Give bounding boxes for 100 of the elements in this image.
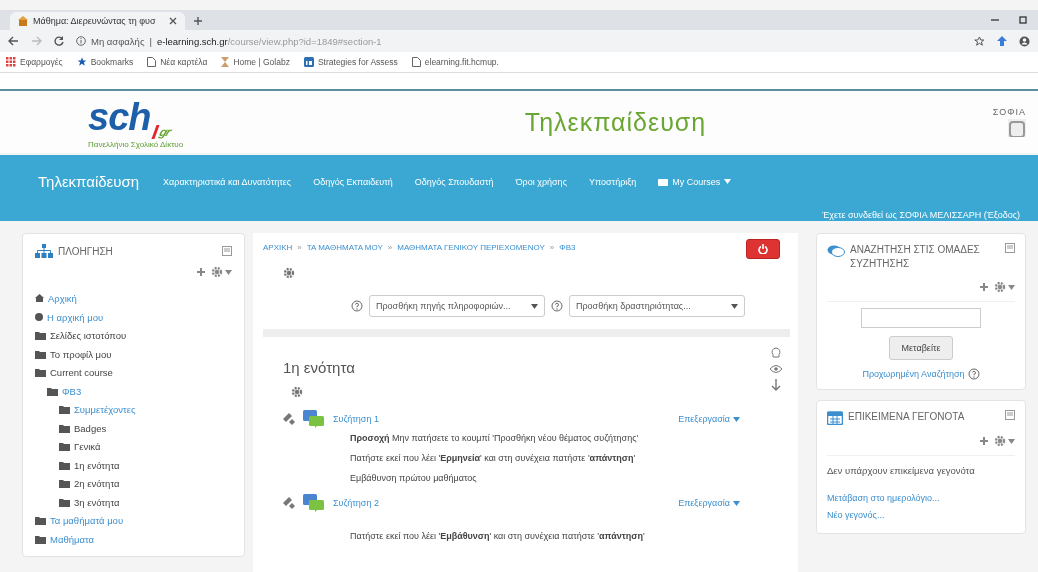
back-icon[interactable] [8,36,19,46]
chat-icon [827,245,845,257]
bookmark[interactable]: Home | Golabz [221,57,290,67]
gear-icon[interactable] [994,435,1006,447]
tree-item[interactable]: Το προφίλ μου [35,345,112,363]
tree-item[interactable]: Γενικά [59,437,101,456]
dock-icon[interactable] [222,246,232,256]
tree-link[interactable]: Μαθήματα [35,530,95,548]
plus-icon[interactable] [979,282,989,292]
dot-icon [35,313,43,321]
plus-icon[interactable] [196,267,206,277]
folder-icon [59,405,70,414]
caret-icon [1008,438,1015,444]
settings-menu[interactable] [994,281,1015,293]
reload-icon[interactable] [54,36,64,46]
nav-link[interactable]: Οδηγός Σπουδαστή [414,176,494,187]
calendar-link[interactable]: Μετάβαση στο ημερολόγιο... [827,493,940,503]
star-icon [76,57,87,67]
help-icon[interactable] [351,300,363,312]
tree-item[interactable]: 3η ενότητα [59,493,120,511]
breadcrumb-link[interactable]: ΤΑ ΜΑΘΗΜΑΤΑ ΜΟΥ [306,243,383,252]
move-icon[interactable] [283,413,295,425]
folder-icon [59,460,70,470]
forum-icon [303,410,325,428]
user-name[interactable]: ΣΟΦΙΑ [992,107,1026,117]
go-button[interactable]: Μεταβείτε [888,336,954,360]
tree-link[interactable]: Τα μαθήματά μου [35,511,124,530]
help-icon[interactable] [967,368,980,380]
avatar-icon[interactable] [1008,119,1026,137]
sitemap-icon [35,244,53,258]
tree-item[interactable]: Σελίδες ιστοτόπου [35,326,127,345]
folder-icon [59,423,70,433]
calendar-icon [827,410,843,425]
edit-menu[interactable]: Επεξεργασία [678,414,740,424]
site-brand[interactable]: Τηλεκπαίδευση [38,173,140,190]
breadcrumb-link[interactable]: ΜΑΘΗΜΑΤΑ ΓΕΝΙΚΟΥ ΠΕΡΙΕΧΟΜΕΝΟΥ [397,243,545,252]
highlight-icon[interactable] [771,347,781,359]
bookmark[interactable]: Strategies for Assess [303,57,398,67]
nav-link[interactable]: Όροι χρήσης [515,176,567,187]
tree-item[interactable]: 2η ενότητα [59,474,120,493]
nav-link[interactable]: My Courses [658,176,732,187]
activity-link[interactable]: Συζήτηση 2 [333,498,671,508]
activity-description: Προσοχή Μην πατήσετε το κουμπί 'Προσθήκη νέου θέματος συζήτησης' [349,432,640,445]
address-field[interactable]: e-learning.sch.gr/course/view.php?id=1849#section-1 [156,35,382,47]
breadcrumb-link[interactable]: ΦΒ3 [559,243,576,252]
advanced-search-link[interactable]: Προχωρημένη Αναζήτηση [862,368,980,380]
tree-link[interactable]: Αρχική [35,289,77,307]
power-button[interactable] [746,239,780,259]
caret-icon [733,500,740,506]
browser-tab[interactable]: Μάθημα: Διερευνώντας τη φυσ [10,12,185,30]
forward-icon [31,36,42,46]
restore-icon[interactable] [1018,15,1028,25]
account-icon[interactable] [1019,35,1030,47]
breadcrumb-separator: » [297,243,302,252]
tree-item[interactable]: Current course [35,363,113,382]
settings-menu[interactable] [211,266,232,278]
bookmark[interactable]: Νέα καρτέλα [147,57,208,67]
edit-menu[interactable]: Επεξεργασία [678,498,740,508]
star-icon[interactable] [974,35,985,47]
move-icon[interactable] [283,497,295,509]
logout-link[interactable]: (Έξοδος) [983,210,1020,220]
security-label: Μη ασφαλής [91,35,145,47]
block-title: ΠΛΟΗΓΗΣΗ [58,245,114,257]
gear-icon[interactable] [283,267,295,279]
block-title: ΕΠΙΚΕΙΜΕΝΑ ΓΕΓΟΝΟΤΑ [848,410,966,424]
close-icon[interactable] [169,17,177,25]
bookmark[interactable]: elearning.fit.hcmup. [411,57,499,67]
nav-link[interactable]: Υποστήριξη [588,176,637,187]
plus-icon[interactable] [979,436,989,446]
help-icon[interactable] [551,300,563,312]
gear-icon[interactable] [291,386,303,398]
tree-link[interactable]: Συμμετέχοντες [59,400,136,419]
apps-icon [6,57,16,67]
block-title: ΑΝΑΖΗΤΗΣΗ ΣΤΙΣ ΟΜΑΔΕΣ ΣΥΖΗΤΗΣΗΣ [850,243,981,271]
bookmark[interactable]: Bookmarks [76,57,134,67]
tree-item[interactable]: Badges [59,419,107,437]
dropdown-field[interactable]: Προσθήκη πηγής πληροφοριών... [369,295,545,317]
tree-link[interactable]: Η αρχική μου [35,308,104,326]
gear-icon[interactable] [211,266,223,278]
tree-link[interactable]: ΦΒ3 [47,382,82,400]
nav-link[interactable]: Χαρακτηριστικά και Δυνατότητες [163,176,292,187]
plus-icon[interactable] [193,16,203,26]
tree-item[interactable]: 1η ενότητα [59,456,120,474]
settings-menu[interactable] [994,435,1015,447]
arrow-down-icon[interactable] [771,379,781,391]
folder-icon [59,497,70,507]
dock-icon[interactable] [1005,410,1015,420]
calendar-link[interactable]: Νέο γεγονός... [827,510,885,520]
nav-link[interactable]: Οδηγός Εκπαιδευτή [313,176,393,187]
gear-icon[interactable] [994,281,1006,293]
search-field[interactable] [861,308,981,328]
activity-description: Εμβάθυνση πρώτου μαθήματος [349,472,478,485]
activity-link[interactable]: Συζήτηση 1 [333,414,671,424]
dock-icon[interactable] [1005,243,1015,253]
breadcrumb-link[interactable]: ΑΡΧΙΚΗ [263,243,293,252]
dropdown-field[interactable]: Προσθήκη δραστηριότητας... [569,295,745,317]
power-icon [758,244,768,254]
bookmark[interactable]: Εφαρμογές [6,57,63,67]
eye-icon[interactable] [770,365,782,373]
folder-icon [35,349,46,359]
